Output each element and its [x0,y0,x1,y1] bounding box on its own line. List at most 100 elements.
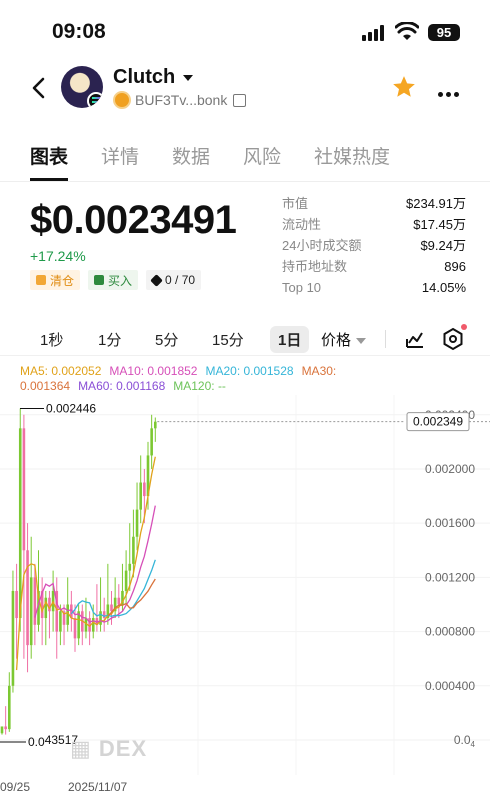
stat-value: $9.24万 [420,238,466,253]
candle-body [143,482,146,497]
x-axis-label: 09/25 [0,780,31,794]
more-icon[interactable] [438,84,462,102]
price-type-label: 价格 [321,332,352,349]
candle-body [91,618,95,632]
interval-1m[interactable]: 1分 [98,329,121,350]
token-header: Clutch BUF3Tv...bonk [0,62,490,116]
candle-body [135,509,139,537]
stat-row: 持币地址数 896 [282,258,466,279]
candle-body [102,611,106,619]
favorite-star-icon[interactable] [391,74,417,100]
main-tabs: 图表 详情 数据 风险 社媒热度 [0,138,490,182]
bonk-source-icon [113,91,131,109]
candle-body [4,726,7,730]
candle-body [0,726,4,734]
candle-body [117,597,121,605]
candle-body [154,421,157,429]
y-tick-label: 0.001200 [425,570,475,584]
indicator-icon[interactable] [404,328,426,350]
clear-position-chip[interactable]: 清仓 [30,270,81,290]
candle-body [132,536,135,564]
stat-row: Top 10 14.05% [282,279,466,300]
candle-body [124,570,128,591]
y-tick-label: 0.04 [454,733,476,749]
price-type-selector[interactable]: 价格 [321,329,367,350]
tab-chart[interactable]: 图表 [30,142,69,181]
y-tick-label: 0.000800 [425,625,475,639]
tab-details[interactable]: 详情 [101,142,139,169]
solana-chain-icon [87,92,103,108]
price-chart[interactable]: 0.0024000.0020000.0016000.0012000.000800… [0,360,490,800]
token-stats: 市值 $234.91万 流动性 $17.45万 24小时成交额 $9.24万 持币地址… [282,195,466,300]
candle-body [26,550,29,646]
copy-icon[interactable] [233,93,247,107]
candle-body [59,611,62,632]
candle-body [29,577,33,646]
stat-row: 24小时成交额 $9.24万 [282,237,466,258]
y-tick-label: 0.000400 [425,679,475,693]
tab-social[interactable]: 社媒热度 [314,142,390,169]
buy-label: 买入 [108,273,133,288]
status-bar: 09:08 95 [0,0,490,60]
status-time: 09:08 [52,20,106,43]
token-address-row: BUF3Tv...bonk [113,91,247,109]
y-tick-label: 0.002000 [425,462,475,476]
interval-1d[interactable]: 1日 [270,326,310,353]
candle-body [15,590,18,619]
diamond-icon [150,273,163,287]
candle-body [139,482,142,510]
candle-body [18,428,22,619]
watermark-text: DEX [98,736,148,761]
y-tick-suffix: 4 [471,740,476,749]
stat-label: 24小时成交额 [282,238,362,253]
caret-down-icon [183,74,194,81]
candle-body [33,577,37,625]
stat-value: 14.05% [421,280,466,295]
high-price-label: 0.002446 [46,402,96,416]
token-name: Clutch [113,66,176,88]
holders-label: 0 / 70 [165,273,196,287]
tab-data[interactable]: 数据 [172,142,210,169]
price-change: +17.24% [30,248,86,264]
wallet-icon [94,275,105,285]
cellular-signal-icon [362,25,388,41]
candle-body [22,428,26,551]
token-selector[interactable]: Clutch [113,66,194,89]
interval-1s[interactable]: 1秒 [40,329,63,350]
dex-watermark: ▦ DEX [70,736,147,762]
ma20-line [70,559,156,617]
interval-bar: 1秒 1分 5分 15分 1日 价格 [0,322,490,356]
action-chips: 清仓 买入 0 / 70 [30,270,202,290]
settings-hex-icon[interactable] [442,327,464,351]
holders-chip[interactable]: 0 / 70 [146,270,202,290]
token-address: BUF3Tv...bonk [135,92,228,108]
candle-body [128,563,132,571]
back-arrow-icon[interactable] [28,76,50,100]
tab-risk[interactable]: 风险 [243,142,281,169]
token-avatar [61,66,103,108]
candle-body [8,685,11,730]
stat-label: 持币地址数 [282,259,348,274]
stat-label: 市值 [282,196,309,211]
clear-position-label: 清仓 [50,273,75,288]
buy-chip[interactable]: 买入 [88,270,139,290]
candle-body [73,618,77,639]
caret-down-icon [356,338,367,345]
x-axis-label: 2025/11/07 [68,780,128,794]
interval-5m[interactable]: 5分 [155,329,178,350]
candle-body [99,611,102,625]
stat-row: 市值 $234.91万 [282,195,466,216]
stat-label: Top 10 [282,280,322,295]
stat-value: 896 [444,259,466,274]
crown-icon [36,275,46,285]
wifi-icon [395,22,419,40]
stat-value: $234.91万 [406,196,466,211]
battery-indicator: 95 [428,24,460,41]
divider [385,330,386,348]
dex-logo-icon: ▦ [70,736,99,761]
notification-dot [461,324,467,330]
interval-15m[interactable]: 15分 [212,329,244,350]
stat-value: $17.45万 [413,217,466,232]
current-price: $0.0023491 [30,198,237,242]
stat-label: 流动性 [282,217,322,232]
